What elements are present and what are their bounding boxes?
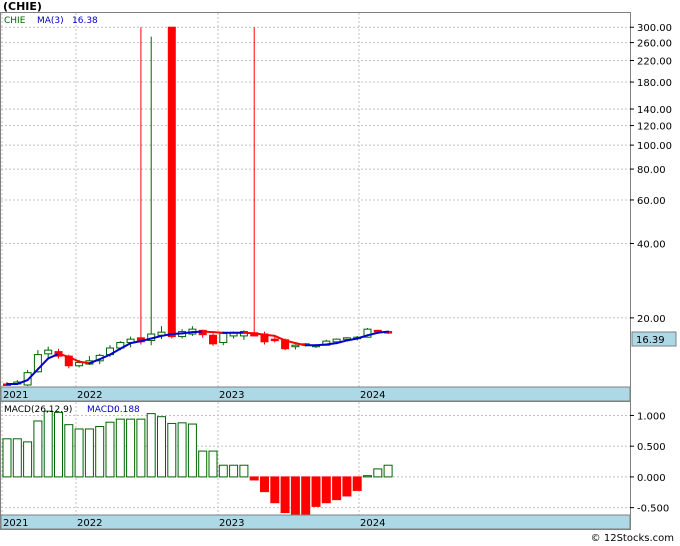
macd-bar [167,422,177,478]
ma-segment [170,332,184,336]
macd-bar [363,475,372,478]
ma-segment [201,330,214,334]
macd-bar [187,423,197,478]
macd-bar [229,464,239,478]
candle-body [167,26,176,338]
macd-x-tick-label: 2023 [219,518,244,529]
price-y-tick-label: 180.00 [637,78,672,89]
macd-bar [218,464,228,478]
price-x-tick-label: 2024 [360,390,385,401]
macd-y-tick-label: 0.500 [637,442,666,453]
macd-bar [54,411,63,478]
price-y-tick-label: 60.00 [637,196,666,207]
macd-bar [270,476,280,504]
price-y-tick-label: 100.00 [637,141,672,152]
macd-bar [280,476,290,514]
macd-bar [64,424,74,478]
macd-y-tick-label: 1.000 [637,411,666,422]
price-x-tick-label: 2022 [77,390,102,401]
macd-bar [321,476,331,504]
price-y-tick-label: 80.00 [637,165,666,176]
candle-body [44,349,53,355]
candle-body [209,334,217,345]
macd-bar [146,413,156,478]
legend-ma-label: MA(3) [37,16,64,26]
macd-bar [342,476,352,497]
macd-bar [157,416,166,478]
price-y-tick-label: 20.00 [637,314,666,325]
macd-bar [177,422,187,478]
stock-chart: 2021 2022 2023 2024 300.00 260.00 220.00 180.0… [0,12,677,530]
macd-bar [311,476,321,507]
macd-bar [74,428,84,478]
macd-bar [84,428,94,478]
price-x-tick-label: 2023 [219,390,244,401]
legend-macd-label: MACD: [87,405,117,415]
macd-y-tick-label: -0.500 [637,504,669,515]
ma-segment [242,331,256,335]
price-y-tick-label: 40.00 [637,239,666,250]
macd-bar [352,476,362,491]
ma-segment [315,343,328,347]
macd-bar [105,421,115,478]
macd-bar [136,418,146,478]
candle [209,333,217,346]
ma-segment [181,331,194,335]
ma-segment [191,330,204,334]
candle-body [270,338,279,342]
macd-bar [33,420,43,478]
price-y-tick-label: 140.00 [637,105,672,116]
candle-body [291,344,300,348]
macd-bar [332,476,342,501]
macd-bar [2,438,12,478]
price-y-tick-label: 120.00 [637,122,672,133]
price-y-tick-label: 220.00 [637,57,672,68]
macd-bar [260,476,269,493]
macd-bar [198,450,208,478]
macd-y-tick-label: 0.000 [637,473,666,484]
macd-bar [43,410,53,478]
legend-macd-params: MACD(26,12,9) [4,405,72,415]
ma-segment [263,333,276,337]
price-panel [0,12,631,402]
macd-bar [115,418,125,478]
macd-bar [126,418,136,478]
macd-x-tick-label: 2021 [3,518,28,529]
macd-bar [249,476,259,481]
macd-bar [95,426,105,478]
macd-panel [0,401,631,530]
candle-body [219,332,228,343]
candle [167,26,176,339]
price-x-tick-label: 2021 [3,390,28,401]
legend-symbol: CHIE [4,16,26,26]
macd-x-tick-label: 2022 [77,518,102,529]
legend-macd-value: 0.188 [114,405,140,415]
ma-segment [325,342,338,346]
macd-bar [23,441,33,478]
ma-segment [376,330,390,334]
macd-bar [12,438,22,478]
last-price-label: 16.39 [636,335,665,346]
price-y-tick-label: 260.00 [637,39,672,50]
macd-bar [373,468,383,478]
macd-bar [239,464,249,478]
macd-bar [383,464,393,478]
legend-ma-value: 16.38 [72,16,98,26]
macd-bar [208,450,218,478]
copyright-footer: © 12Stocks.com [590,533,674,544]
macd-bar [301,476,311,515]
candle-body [332,338,341,343]
ma-segment [253,332,266,336]
macd-x-tick-label: 2024 [360,518,385,529]
ma-segment [212,331,225,334]
price-y-axis: 300.00 260.00 220.00 180.00 140.00 120.00 100.… [630,23,672,325]
macd-bar [290,476,300,515]
price-y-tick-label: 300.00 [637,23,672,34]
macd-y-axis: 1.000 0.500 0.000 -0.500 [630,411,669,515]
